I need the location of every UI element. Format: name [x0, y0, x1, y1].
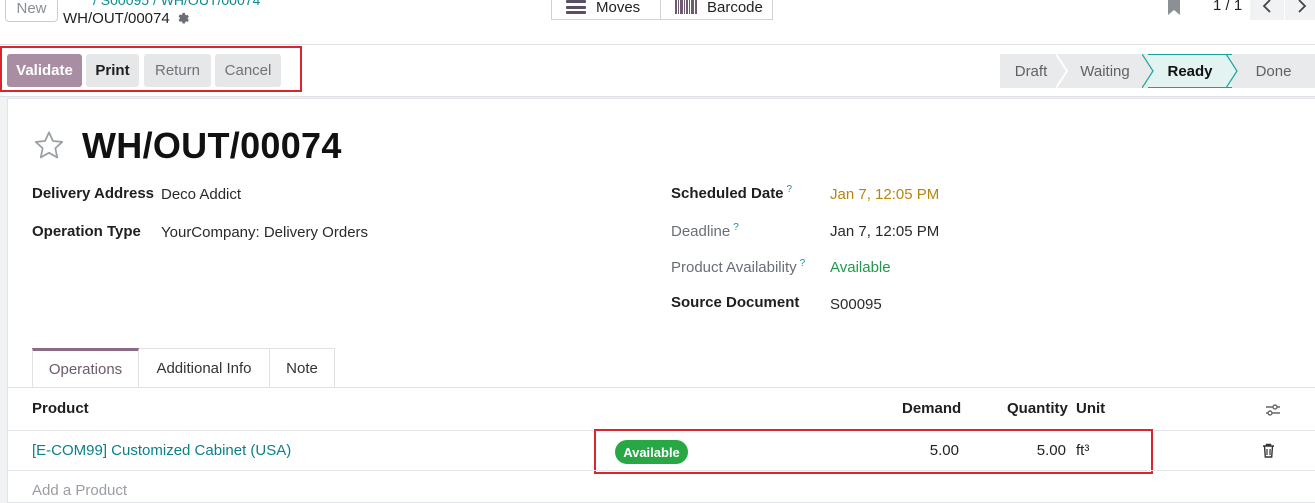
- stage-done-label: Done: [1255, 62, 1292, 80]
- smart-buttons: Moves Barcode: [551, 0, 773, 20]
- column-header-demand[interactable]: Demand: [902, 400, 961, 417]
- scheduled-date-label-text: Scheduled Date: [671, 185, 784, 202]
- control-panel: New / S00095 / WH/OUT/00074 WH/OUT/00074…: [0, 0, 1315, 45]
- record-breadcrumb-title: WH/OUT/00074: [63, 10, 189, 27]
- record-name: WH/OUT/00074: [63, 10, 170, 27]
- stage-separator: [1142, 54, 1154, 88]
- tab-operations[interactable]: Operations: [32, 348, 139, 388]
- product-availability-label: Product Availability?: [671, 258, 805, 276]
- tab-additional-info[interactable]: Additional Info: [139, 348, 270, 388]
- barcode-icon: [675, 0, 697, 14]
- product-availability-value: Available: [830, 259, 891, 276]
- deadline-field[interactable]: Jan 7, 12:05 PM: [830, 223, 939, 240]
- form-statusbar: Validate Print Return Cancel Draft Waiti…: [0, 45, 1315, 97]
- source-document-field[interactable]: S00095: [830, 296, 882, 313]
- delivery-address-label: Delivery Address: [32, 185, 155, 202]
- stage-draft[interactable]: Draft: [1000, 54, 1062, 88]
- pager-value[interactable]: 1 / 1: [1213, 0, 1242, 14]
- help-icon[interactable]: ?: [800, 258, 806, 269]
- table-row-divider: [8, 470, 1315, 471]
- pager-next-button[interactable]: [1285, 0, 1315, 20]
- stage-separator: [1056, 54, 1068, 88]
- product-availability-label-text: Product Availability: [671, 259, 797, 276]
- column-header-unit[interactable]: Unit: [1076, 400, 1105, 417]
- list-icon: [566, 0, 586, 14]
- barcode-button[interactable]: Barcode: [661, 0, 773, 20]
- help-icon[interactable]: ?: [787, 184, 793, 195]
- status-stages: Draft Waiting Ready Done: [1000, 54, 1315, 88]
- column-settings-icon[interactable]: [1265, 403, 1281, 422]
- help-icon[interactable]: ?: [733, 222, 739, 233]
- delivery-address-field[interactable]: Deco Addict: [161, 186, 241, 203]
- stage-waiting[interactable]: Waiting: [1062, 54, 1148, 88]
- table-row-product[interactable]: [E-COM99] Customized Cabinet (USA): [32, 442, 291, 459]
- operation-type-label: Operation Type: [32, 223, 141, 240]
- new-button[interactable]: New: [5, 0, 58, 22]
- notebook-tabs: Operations Additional Info Note: [32, 348, 335, 388]
- scheduled-date-label: Scheduled Date?: [671, 184, 792, 202]
- scheduled-date-field[interactable]: Jan 7, 12:05 PM: [830, 186, 939, 203]
- gear-icon[interactable]: [176, 12, 189, 25]
- stage-separator: [1226, 54, 1238, 88]
- chevron-right-icon: [1298, 0, 1307, 13]
- stage-ready[interactable]: Ready: [1148, 54, 1232, 88]
- column-header-quantity[interactable]: Quantity: [1007, 400, 1068, 417]
- highlight-box-actions: [0, 46, 302, 92]
- form-sheet: WH/OUT/00074 Delivery Address Deco Addic…: [7, 98, 1315, 503]
- stage-draft-label: Draft: [1014, 62, 1048, 80]
- source-document-label: Source Document: [671, 294, 800, 311]
- tabs-divider: [8, 387, 1315, 388]
- trash-icon[interactable]: [1262, 443, 1275, 463]
- star-icon[interactable]: [32, 129, 66, 167]
- column-header-product[interactable]: Product: [32, 400, 89, 417]
- chevron-left-icon: [1262, 0, 1271, 13]
- pager-previous-button[interactable]: [1250, 0, 1284, 20]
- stage-waiting-label: Waiting: [1080, 62, 1130, 80]
- breadcrumb[interactable]: / S00095 / WH/OUT/00074: [93, 0, 260, 8]
- operation-type-field[interactable]: YourCompany: Delivery Orders: [161, 224, 368, 241]
- moves-label: Moves: [596, 0, 641, 16]
- moves-button[interactable]: Moves: [551, 0, 661, 20]
- stage-ready-label: Ready: [1167, 62, 1213, 80]
- barcode-label: Barcode: [707, 0, 763, 16]
- highlight-box-row: [594, 429, 1153, 474]
- stage-done[interactable]: Done: [1232, 54, 1315, 88]
- page-title: WH/OUT/00074: [82, 125, 342, 166]
- add-product-link[interactable]: Add a Product: [32, 482, 127, 499]
- tab-note[interactable]: Note: [270, 348, 335, 388]
- deadline-label: Deadline?: [671, 222, 739, 240]
- bookmark-icon[interactable]: [1167, 0, 1181, 21]
- deadline-label-text: Deadline: [671, 223, 731, 240]
